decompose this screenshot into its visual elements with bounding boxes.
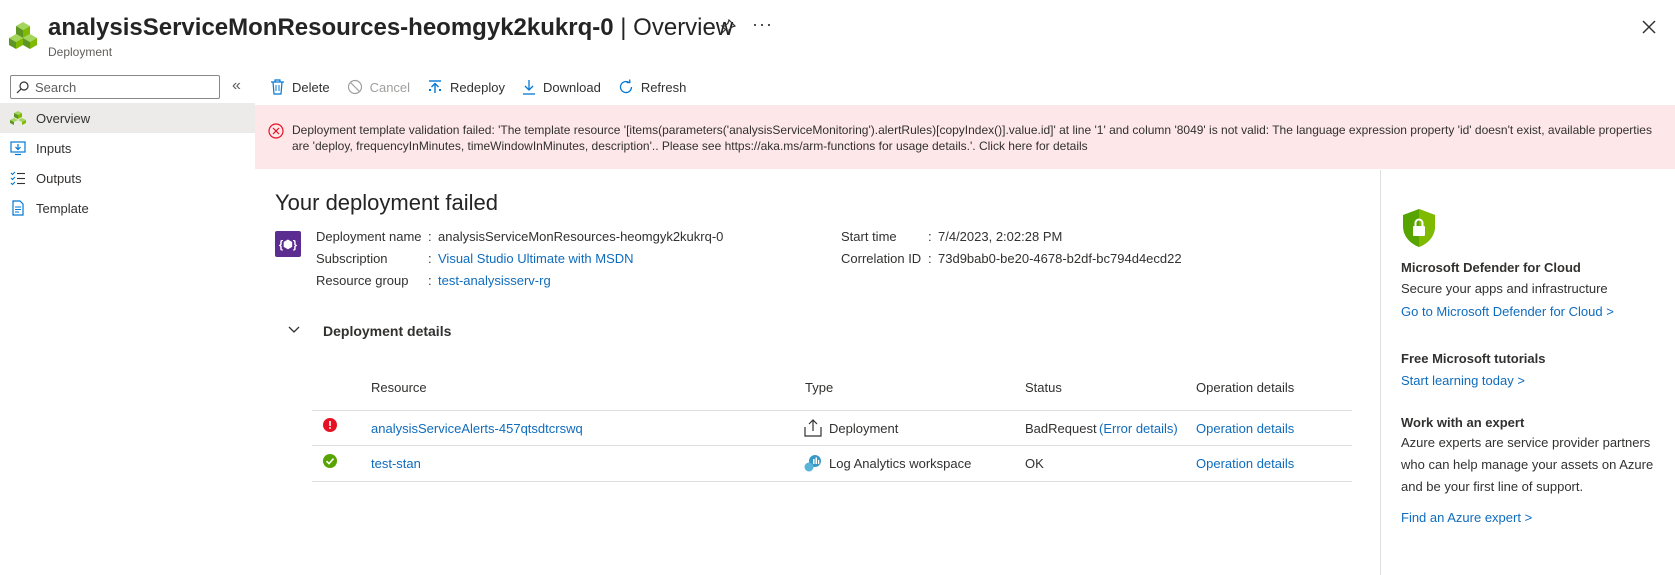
deployment-icon: {⬢} (275, 231, 301, 257)
operation-details-link[interactable]: Operation details (1196, 421, 1294, 436)
page-title-resource: analysisServiceMonResources-heomgyk2kukr… (48, 14, 614, 41)
cancel-button[interactable]: Cancel (347, 79, 410, 95)
refresh-label: Refresh (640, 79, 687, 95)
colon: : (428, 251, 432, 266)
tutorials-link[interactable]: Start learning today > (1401, 373, 1525, 388)
column-header-operation-details[interactable]: Operation details (1196, 380, 1294, 395)
correlation-id-value: 73d9bab0-be20-4678-b2df-bc794d4ecd22 (938, 251, 1182, 266)
success-check-icon (323, 454, 337, 468)
deployment-name-label: Deployment name (316, 229, 422, 244)
error-details-link[interactable]: (Error details) (1099, 421, 1178, 436)
error-banner[interactable]: Deployment template validation failed: '… (255, 105, 1675, 169)
delete-label: Delete (292, 79, 330, 95)
resource-group-row: Resource group: test-analysisserv-rg (316, 273, 551, 288)
search-input[interactable] (35, 78, 215, 96)
sidebar-item-label: Inputs (36, 140, 72, 156)
trash-icon (271, 79, 284, 95)
row-divider (312, 410, 1352, 411)
page-title: analysisServiceMonResources-heomgyk2kukr… (48, 14, 733, 42)
delete-button[interactable]: Delete (270, 79, 330, 95)
column-header-type[interactable]: Type (805, 380, 833, 395)
resource-status: BadRequest (1025, 421, 1097, 436)
correlation-id-label: Correlation ID (841, 251, 922, 266)
defender-shield-icon (1403, 209, 1435, 247)
sidebar-item-outputs[interactable]: Outputs (0, 163, 255, 193)
sidebar-item-overview[interactable]: Overview (0, 103, 255, 133)
error-circle-icon (268, 123, 284, 139)
refresh-button[interactable]: Refresh (618, 79, 687, 95)
colon: : (928, 251, 932, 266)
sidebar-item-label: Outputs (36, 170, 82, 186)
chevron-down-icon[interactable] (287, 323, 301, 337)
column-header-status[interactable]: Status (1025, 380, 1062, 395)
defender-title: Microsoft Defender for Cloud (1401, 260, 1581, 275)
column-header-resource[interactable]: Resource (371, 380, 427, 395)
error-status-icon (323, 418, 337, 432)
resource-group-link[interactable]: test-analysisserv-rg (438, 273, 551, 288)
collapse-sidebar-icon[interactable]: « (232, 77, 241, 95)
redeploy-icon (429, 80, 442, 93)
deployment-name-value: analysisServiceMonResources-heomgyk2kukr… (438, 229, 724, 244)
colon: : (428, 273, 432, 288)
deployment-type-icon (804, 419, 822, 437)
start-time-value: 7/4/2023, 2:02:28 PM (938, 229, 1063, 244)
expert-link[interactable]: Find an Azure expert > (1401, 510, 1532, 525)
page-title-separator: | (613, 14, 634, 41)
sidebar-item-template[interactable]: Template (0, 193, 255, 223)
right-info-panel: Microsoft Defender for Cloud Secure your… (1380, 170, 1675, 575)
expert-title: Work with an expert (1401, 415, 1525, 430)
more-options-icon[interactable]: ··· (752, 14, 773, 35)
error-message: Deployment template validation failed: '… (292, 123, 1652, 153)
defender-link[interactable]: Go to Microsoft Defender for Cloud > (1401, 304, 1614, 319)
resource-status: OK (1025, 456, 1044, 471)
sidebar: « Overview Inputs Outpu (0, 70, 255, 575)
expert-text: Azure experts are service provider partn… (1401, 435, 1654, 494)
close-icon[interactable] (1640, 18, 1658, 36)
resource-link[interactable]: test-stan (371, 456, 421, 471)
start-time-label: Start time (841, 229, 897, 244)
command-bar: Delete Cancel Redeploy Download Refresh (270, 74, 703, 100)
sidebar-item-label: Template (36, 200, 89, 216)
tutorials-title: Free Microsoft tutorials (1401, 351, 1546, 366)
deployment-name-row: Deployment name: analysisServiceMonResour… (316, 229, 723, 244)
subscription-label: Subscription (316, 251, 388, 266)
resource-link[interactable]: analysisServiceAlerts-457qtsdtcrswq (371, 421, 583, 436)
download-icon (522, 80, 535, 95)
redeploy-label: Redeploy (450, 79, 505, 95)
overview-cubes-icon (10, 111, 26, 125)
download-button[interactable]: Download (522, 79, 601, 95)
cancel-label: Cancel (369, 79, 411, 95)
refresh-icon (619, 79, 632, 94)
resource-type: Deployment (829, 421, 899, 436)
start-time-row: Start time:7/4/2023, 2:02:28 PM (841, 229, 1062, 244)
search-icon (16, 81, 29, 94)
sidebar-item-inputs[interactable]: Inputs (0, 133, 255, 163)
resource-group-label: Resource group (316, 273, 409, 288)
deployment-status-title: Your deployment failed (275, 190, 499, 215)
deployment-cubes-icon (9, 22, 37, 49)
inputs-icon (10, 141, 26, 156)
download-label: Download (542, 79, 601, 95)
operation-details-link[interactable]: Operation details (1196, 456, 1294, 471)
resource-type: Log Analytics workspace (829, 456, 972, 471)
redeploy-button[interactable]: Redeploy (427, 79, 505, 95)
blade-header: analysisServiceMonResources-heomgyk2kukr… (0, 0, 1675, 64)
cancel-icon (347, 79, 362, 95)
correlation-id-row: Correlation ID:73d9bab0-be20-4678-b2df-b… (841, 251, 1182, 266)
subscription-link[interactable]: Visual Studio Ultimate with MSDN (438, 251, 634, 266)
defender-text: Secure your apps and infrastructure (1401, 281, 1608, 296)
subscription-row: Subscription: Visual Studio Ultimate with… (316, 251, 634, 266)
pin-icon[interactable] (719, 18, 737, 36)
deployment-details-header[interactable]: Deployment details (323, 323, 451, 339)
outputs-icon (10, 171, 25, 186)
log-analytics-workspace-icon (804, 455, 821, 472)
sidebar-item-label: Overview (36, 110, 91, 126)
template-icon (12, 200, 24, 216)
row-divider (312, 481, 1352, 482)
colon: : (428, 229, 432, 244)
search-box[interactable] (10, 75, 220, 99)
page-subtitle: Deployment (48, 45, 113, 59)
colon: : (928, 229, 932, 244)
row-divider (312, 445, 1352, 446)
